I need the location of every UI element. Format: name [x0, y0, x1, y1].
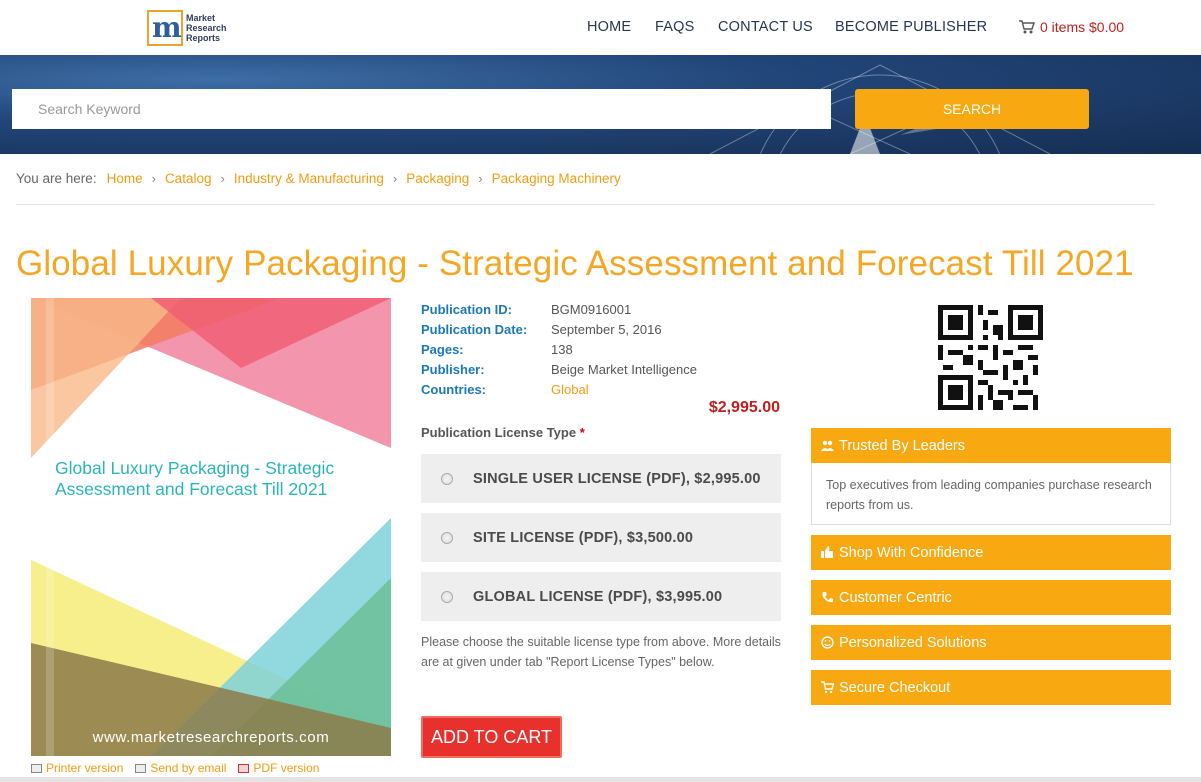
detail-value: BGM0916001 [551, 302, 632, 317]
cover-artwork [31, 298, 391, 756]
customer-centric-panel[interactable]: Customer Centric [811, 580, 1171, 615]
shop-with-confidence-panel[interactable]: Shop With Confidence [811, 535, 1171, 570]
license-option-single-user[interactable]: SINGLE USER LICENSE (PDF), $2,995.00 [421, 454, 781, 503]
detail-row-publication-date: Publication Date: September 5, 2016 [421, 320, 697, 340]
detail-value: 138 [551, 342, 573, 357]
search-input[interactable]: Search Keyword [12, 89, 831, 129]
report-price: $2,995.00 [708, 399, 780, 416]
detail-key: Countries: [421, 382, 486, 397]
personalized-solutions-label: Personalized Solutions [839, 634, 987, 651]
detail-row-publication-id: Publication ID: BGM0916001 [421, 300, 697, 320]
detail-row-pages: Pages: 138 [421, 340, 697, 360]
license-option-label: SITE LICENSE (PDF), $3,500.00 [473, 529, 694, 546]
send-by-email-label: Send by email [150, 761, 227, 775]
cart-icon [1019, 20, 1035, 34]
breadcrumb-separator: › [478, 171, 483, 186]
logo-mark: m [147, 10, 183, 46]
page-title: Global Luxury Packaging - Strategic Asse… [16, 244, 1134, 283]
publication-details: Publication ID: BGM0916001 Publication D… [421, 300, 697, 400]
trusted-title: Trusted By Leaders [839, 437, 965, 454]
secure-checkout-panel[interactable]: Secure Checkout [811, 670, 1171, 705]
pdf-version-label: PDF version [253, 761, 320, 775]
breadcrumb-catalog[interactable]: Catalog [165, 171, 212, 186]
pdf-icon [238, 763, 250, 773]
cover-spine [46, 298, 54, 756]
printer-version-label: Printer version [46, 761, 124, 775]
breadcrumb-divider [16, 204, 1155, 205]
nav-contact-us[interactable]: CONTACT US [718, 19, 813, 35]
detail-key: Publication ID: [421, 302, 512, 317]
search-button[interactable]: SEARCH [855, 89, 1089, 129]
cover-url: www.marketresearchreports.com [92, 729, 330, 746]
breadcrumb-industry-manufacturing[interactable]: Industry & Manufacturing [234, 171, 384, 186]
detail-value: Beige Market Intelligence [551, 362, 697, 377]
license-option-global[interactable]: GLOBAL LICENSE (PDF), $3,995.00 [421, 572, 781, 621]
country-link[interactable]: Global [551, 380, 589, 400]
license-option-label: GLOBAL LICENSE (PDF), $3,995.00 [473, 588, 723, 605]
nav-faqs[interactable]: FAQS [655, 19, 694, 35]
breadcrumb-separator: › [220, 171, 225, 186]
license-radio[interactable] [441, 590, 453, 603]
license-type-label: Publication License Type [421, 425, 577, 440]
breadcrumb-separator: › [151, 171, 156, 186]
users-icon [821, 440, 834, 451]
trusted-body: Top executives from leading companies pu… [811, 463, 1171, 525]
breadcrumb-prefix: You are here: [16, 171, 97, 186]
phone-icon [822, 592, 833, 603]
logo-mark-letter: m [152, 11, 182, 44]
site-logo[interactable]: m Market Research Reports [147, 9, 229, 47]
breadcrumb-packaging[interactable]: Packaging [406, 171, 469, 186]
logo-line-1: Market [186, 13, 216, 23]
site-header: m Market Research Reports HOME FAQS CONT… [0, 0, 1201, 55]
smile-icon [821, 636, 834, 649]
license-option-site[interactable]: SITE LICENSE (PDF), $3,500.00 [421, 513, 781, 562]
send-by-email-link[interactable]: Send by email [135, 761, 226, 775]
detail-row-publisher: Publisher: Beige Market Intelligence [421, 360, 697, 380]
detail-key: Pages: [421, 342, 464, 357]
cart-summary: 0 items $0.00 [1040, 19, 1125, 35]
page-bottom-strip [0, 777, 1201, 782]
secure-checkout-label: Secure Checkout [839, 679, 951, 696]
nav-become-publisher[interactable]: BECOME PUBLISHER [835, 19, 987, 35]
license-radio[interactable] [441, 472, 453, 485]
license-type-heading: Publication License Type * [421, 425, 585, 440]
logo-line-3: Reports [186, 33, 221, 43]
qr-code [938, 305, 1043, 410]
pdf-version-link[interactable]: PDF version [238, 761, 319, 775]
breadcrumb-separator: › [392, 171, 398, 186]
report-tools: Printer version Send by email PDF versio… [31, 761, 331, 775]
license-note: Please choose the suitable license type … [421, 635, 781, 669]
cart-link[interactable]: 0 items $0.00 [1018, 19, 1124, 35]
printer-version-link[interactable]: Printer version [31, 761, 123, 775]
report-cover-image: Global Luxury Packaging - Strategic Asse… [31, 298, 391, 756]
shop-with-confidence-label: Shop With Confidence [839, 544, 984, 561]
license-radio[interactable] [441, 531, 453, 544]
customer-centric-label: Customer Centric [839, 589, 952, 606]
add-to-cart-button[interactable]: ADD TO CART [421, 716, 562, 758]
breadcrumb: You are here: Home › Catalog › Industry … [16, 171, 621, 186]
detail-key: Publisher: [421, 362, 485, 377]
logo-line-2: Research [186, 23, 227, 33]
search-banner: Search Keyword SEARCH [0, 55, 1201, 154]
license-option-label: SINGLE USER LICENSE (PDF), $2,995.00 [473, 470, 761, 487]
detail-key: Publication Date: [421, 322, 528, 337]
breadcrumb-home[interactable]: Home [107, 171, 143, 186]
detail-value: September 5, 2016 [551, 322, 662, 337]
email-icon [135, 763, 147, 773]
required-marker: * [579, 425, 585, 440]
printer-icon [31, 763, 42, 773]
cart-icon [821, 681, 834, 694]
breadcrumb-packaging-machinery[interactable]: Packaging Machinery [492, 171, 621, 186]
detail-row-countries: Countries: Global [421, 380, 697, 400]
trusted-by-leaders-panel[interactable]: Trusted By Leaders [811, 428, 1171, 463]
personalized-solutions-panel[interactable]: Personalized Solutions [811, 625, 1171, 660]
logo-text: Market Research Reports [186, 13, 227, 43]
nav-home[interactable]: HOME [587, 19, 631, 35]
cover-title: Global Luxury Packaging - Strategic Asse… [55, 458, 335, 499]
thumbs-up-icon [821, 546, 833, 558]
